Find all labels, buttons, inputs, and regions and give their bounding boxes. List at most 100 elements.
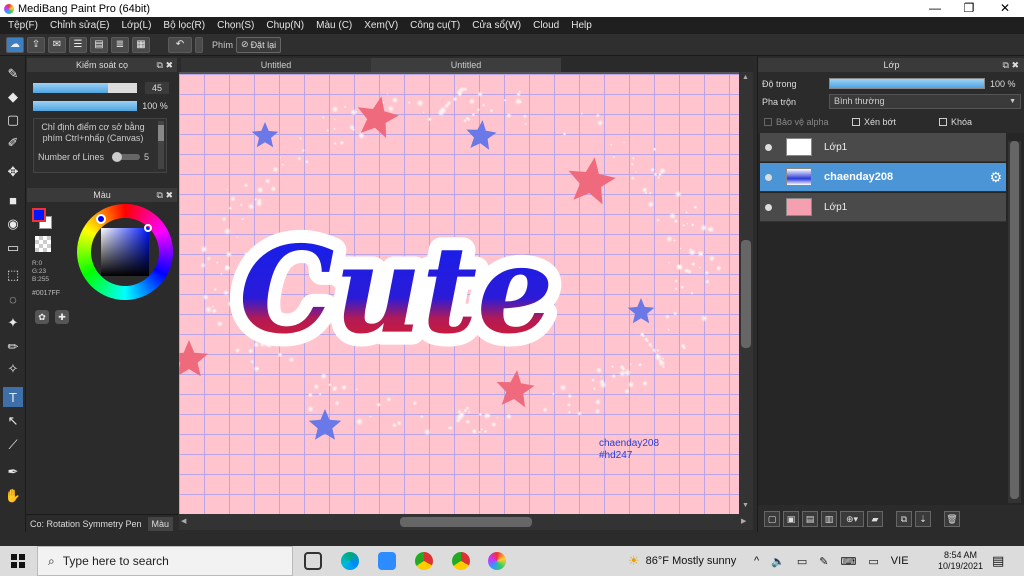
tray-chevron-icon[interactable]: ^ bbox=[754, 555, 759, 567]
clip-checkbox[interactable] bbox=[852, 118, 860, 126]
pen-icon[interactable]: ✎ bbox=[819, 555, 828, 568]
toolbar-handle[interactable] bbox=[195, 36, 203, 53]
menu-snap[interactable]: Chụp(N) bbox=[260, 20, 310, 31]
medibang-taskbar-icon[interactable] bbox=[488, 552, 506, 570]
artboard[interactable]: Cute Cute chaenday208 #hd247 bbox=[179, 74, 739, 514]
taskbar-search-box[interactable]: ⌕ Type here to search bbox=[37, 546, 293, 576]
blend-mode-select[interactable]: Bình thường ▼ bbox=[829, 94, 1021, 109]
lines-slider[interactable] bbox=[112, 152, 140, 162]
merge-layer-icon[interactable]: ⇣ bbox=[915, 511, 931, 527]
layer-opacity-slider[interactable] bbox=[829, 78, 985, 89]
layer-row[interactable]: Lớp1 bbox=[760, 193, 1006, 222]
menu-view[interactable]: Xem(V) bbox=[358, 20, 404, 31]
layer-panel-close-icon[interactable]: ⧉ ✖ bbox=[1003, 58, 1019, 72]
select-pen-icon[interactable]: ✏ bbox=[3, 337, 23, 357]
select-eraser-icon[interactable]: ✧ bbox=[3, 359, 23, 379]
info-scrollbar[interactable] bbox=[158, 121, 164, 169]
share-icon[interactable]: ⇪ bbox=[27, 36, 45, 53]
hue-picker-knob[interactable] bbox=[96, 214, 106, 224]
comment-icon[interactable]: ✉ bbox=[48, 36, 66, 53]
menu-filter[interactable]: Bộ lọc(R) bbox=[157, 20, 211, 31]
eraser-tool-icon[interactable]: ◆ bbox=[3, 87, 23, 107]
hue-ring[interactable] bbox=[77, 204, 173, 300]
menu-tools[interactable]: Công cụ(T) bbox=[404, 20, 466, 31]
menu-cloud[interactable]: Cloud bbox=[527, 20, 565, 31]
protect-alpha-checkbox[interactable] bbox=[764, 118, 772, 126]
move-tool-icon[interactable]: ✥ bbox=[3, 162, 23, 182]
operation-tool-icon[interactable]: ↖ bbox=[3, 411, 23, 431]
saturation-square[interactable] bbox=[101, 228, 149, 276]
canvas-vertical-scrollbar[interactable]: ▲ ▼ bbox=[739, 72, 753, 514]
restore-button[interactable]: ❐ bbox=[952, 0, 986, 17]
grid-icon[interactable]: ▦ bbox=[132, 36, 150, 53]
zoom-icon[interactable] bbox=[378, 552, 396, 570]
transparent-swatch[interactable] bbox=[35, 236, 51, 252]
eyedropper-tool-icon[interactable]: ✒ bbox=[3, 462, 23, 482]
fill-rect-tool-icon[interactable]: ■ bbox=[3, 190, 23, 210]
windows-start-icon[interactable] bbox=[11, 554, 25, 568]
new-layer-icon[interactable]: ▢ bbox=[764, 511, 780, 527]
canvas-vertical-thumb[interactable] bbox=[741, 240, 751, 348]
info-scroll-thumb[interactable] bbox=[158, 125, 164, 141]
new-1bit-layer-icon[interactable]: ▥ bbox=[821, 511, 837, 527]
brush-size-slider[interactable] bbox=[33, 83, 137, 93]
cloud-icon[interactable]: ☁ bbox=[6, 36, 24, 53]
new-halftone-layer-icon[interactable]: ▣ bbox=[783, 511, 799, 527]
layer-row-selected[interactable]: chaenday208 ⚙ bbox=[760, 163, 1006, 192]
visibility-icon[interactable] bbox=[765, 143, 772, 151]
color-panel-close-icon[interactable]: ⧉ ✖ bbox=[157, 190, 173, 201]
language-indicator[interactable]: VIE bbox=[891, 555, 909, 567]
duplicate-layer-icon[interactable]: ⧉ bbox=[896, 511, 912, 527]
brush-panel-tab[interactable]: Co: Rotation Symmetry Pen bbox=[26, 519, 146, 529]
menu-window[interactable]: Cửa sổ(W) bbox=[466, 20, 527, 31]
undo-icon[interactable]: ↶ bbox=[168, 36, 192, 53]
visibility-icon[interactable] bbox=[765, 203, 772, 211]
display-icon[interactable]: ▭ bbox=[868, 555, 878, 568]
close-button[interactable]: ✕ bbox=[988, 0, 1022, 17]
pen-tool-icon[interactable]: ✐ bbox=[3, 133, 23, 153]
layer-scroll-thumb[interactable] bbox=[1010, 141, 1019, 499]
new-8bit-layer-icon[interactable]: ▤ bbox=[802, 511, 818, 527]
menu-edit[interactable]: Chỉnh sửa(E) bbox=[44, 20, 116, 31]
add-layer-menu-icon[interactable]: ⊕▾ bbox=[840, 511, 864, 527]
panel-close-icon[interactable]: ⧉ ✖ bbox=[157, 60, 173, 71]
canvas-area[interactable]: Cute Cute chaenday208 #hd247 bbox=[179, 72, 753, 514]
hand-tool-icon[interactable]: ✋ bbox=[3, 486, 23, 506]
scroll-right-icon[interactable]: ▶ bbox=[741, 517, 746, 525]
brush-opacity-slider[interactable] bbox=[33, 101, 137, 111]
notification-icon[interactable]: ▤ bbox=[992, 553, 1004, 569]
lines-slider-knob[interactable] bbox=[112, 152, 122, 162]
canvas-horizontal-scrollbar[interactable]: ◀ ▶ bbox=[179, 514, 753, 530]
lasso-tool-icon[interactable]: ◌ bbox=[3, 289, 23, 309]
delete-layer-icon[interactable]: 🗑 bbox=[944, 511, 960, 527]
sv-picker-knob[interactable] bbox=[144, 224, 152, 232]
protect-alpha-option[interactable]: Bảo vệ alpha bbox=[764, 117, 829, 127]
bucket-tool-icon[interactable]: ◉ bbox=[3, 214, 23, 234]
tab-untitled-2[interactable]: Untitled bbox=[371, 58, 561, 72]
layer-scrollbar[interactable] bbox=[1008, 141, 1021, 503]
visibility-icon[interactable] bbox=[765, 173, 772, 181]
volume-icon[interactable]: 🔈 bbox=[771, 555, 785, 568]
network-icon[interactable]: ▭ bbox=[797, 555, 807, 568]
scroll-left-icon[interactable]: ◀ bbox=[181, 517, 186, 525]
menu-file[interactable]: Tệp(F) bbox=[2, 20, 44, 31]
reset-button[interactable]: ⊘ Đặt lại bbox=[236, 36, 282, 53]
chrome-profile-icon[interactable] bbox=[452, 552, 470, 570]
chat-icon[interactable]: ☰ bbox=[69, 36, 87, 53]
scroll-up-icon[interactable]: ▲ bbox=[742, 74, 749, 81]
clip-option[interactable]: Xén bớt bbox=[852, 117, 896, 127]
menu-color[interactable]: Màu (C) bbox=[310, 20, 358, 31]
brush-size-value[interactable]: 45 bbox=[145, 82, 169, 94]
brush-tool-icon[interactable]: ✎ bbox=[3, 64, 23, 84]
palette-icon[interactable]: ✿ bbox=[35, 310, 49, 324]
text-tool-icon[interactable]: T bbox=[3, 387, 23, 407]
list-icon[interactable]: ≣ bbox=[111, 36, 129, 53]
magic-wand-icon[interactable]: ✦ bbox=[3, 313, 23, 333]
dropper-tool-icon[interactable]: ⟋ bbox=[3, 435, 23, 455]
menu-select[interactable]: Chọn(S) bbox=[211, 20, 260, 31]
select-rect-icon[interactable]: ⬚ bbox=[3, 265, 23, 285]
color-panel-tab[interactable]: Màu bbox=[147, 516, 174, 531]
chrome-icon[interactable] bbox=[415, 552, 433, 570]
foreground-color-swatch[interactable] bbox=[32, 208, 46, 222]
lock-option[interactable]: Khóa bbox=[939, 117, 972, 127]
